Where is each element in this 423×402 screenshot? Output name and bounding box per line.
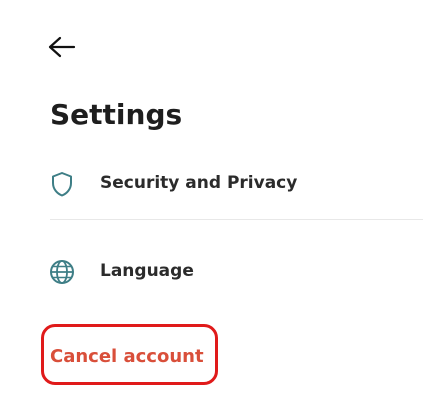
arrow-left-icon: [46, 34, 78, 60]
menu-item-security-privacy[interactable]: Security and Privacy: [0, 160, 423, 206]
divider: [50, 219, 423, 220]
menu-item-label: Security and Privacy: [100, 173, 298, 193]
menu-item-language[interactable]: Language: [0, 248, 423, 294]
page-title: Settings: [50, 98, 183, 131]
settings-page: Settings Security and Privacy Language C…: [0, 0, 423, 402]
back-button[interactable]: [46, 34, 78, 60]
cancel-account-link[interactable]: Cancel account: [50, 345, 204, 369]
shield-icon: [48, 170, 76, 198]
menu-item-label: Language: [100, 261, 194, 281]
globe-icon: [48, 258, 76, 286]
